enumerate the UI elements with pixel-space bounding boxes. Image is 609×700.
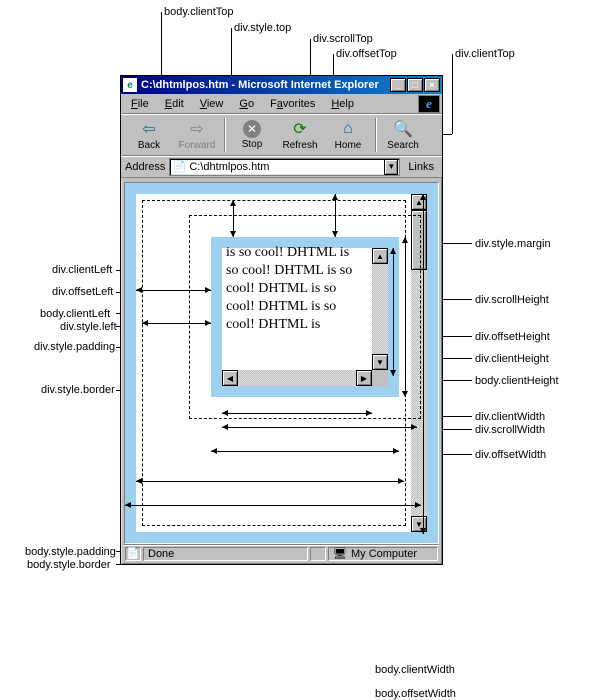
inner-hscroll[interactable]: ◀ ▶	[222, 370, 372, 386]
scroll-up-button[interactable]: ▲	[372, 248, 388, 264]
dim-div-clientwidth	[222, 413, 372, 414]
stop-button[interactable]: ✕ Stop	[228, 116, 276, 154]
dim-div-offsetwidth	[211, 451, 399, 452]
forward-label: Forward	[179, 140, 216, 151]
refresh-button[interactable]: ⟳ Refresh	[276, 116, 324, 154]
status-doc-icon: 📄	[125, 547, 141, 561]
label-div-style-top: div.style.top	[234, 22, 291, 34]
label-body-clienttop: body.clientTop	[164, 6, 234, 18]
search-button[interactable]: 🔍 Search	[379, 116, 427, 154]
status-zone-text: My Computer	[351, 548, 417, 560]
back-label: Back	[138, 140, 160, 151]
home-label: Home	[335, 140, 362, 151]
titlebar: e C:\dhtmlpos.htm - Microsoft Internet E…	[121, 76, 442, 94]
statusbar: 📄 Done 🖥 My Computer	[124, 544, 439, 562]
status-spacer	[310, 547, 326, 561]
stop-label: Stop	[242, 139, 263, 150]
label-div-style-margin: div.style.margin	[475, 238, 551, 250]
scroll-left-button[interactable]: ◀	[222, 370, 238, 386]
minimize-button[interactable]: _	[390, 78, 406, 92]
label-div-offsetwidth: div.offsetWidth	[475, 449, 546, 461]
label-div-scrollwidth: div.scrollWidth	[475, 424, 545, 436]
menu-favorites[interactable]: Favorites	[262, 96, 323, 112]
refresh-label: Refresh	[282, 140, 317, 151]
menu-go[interactable]: Go	[231, 96, 262, 112]
menubar: File Edit View Go Favorites Help e	[121, 94, 442, 114]
label-div-clientwidth: div.clientWidth	[475, 411, 545, 423]
label-div-style-left: div.style.left	[60, 321, 117, 333]
address-input[interactable]: 📄 C:\dhtmlpos.htm ▼	[169, 158, 400, 176]
document-icon: 📄	[172, 160, 186, 174]
dim-div-scrollwidth	[222, 427, 417, 428]
menu-file[interactable]: File	[123, 96, 157, 112]
home-button[interactable]: ⌂ Home	[324, 116, 372, 154]
stop-icon: ✕	[243, 120, 261, 138]
label-div-offsetleft: div.offsetLeft	[52, 286, 113, 298]
dim-div-style-left	[142, 323, 211, 324]
label-div-scrollheight: div.scrollHeight	[475, 294, 549, 306]
label-div-scrolltop: div.scrollTop	[313, 33, 373, 45]
label-div-clientheight: div.clientHeight	[475, 353, 549, 365]
scroll-down-button[interactable]: ▼	[372, 354, 388, 370]
app-icon: e	[123, 78, 137, 92]
window-title: C:\dhtmlpos.htm - Microsoft Internet Exp…	[141, 79, 389, 91]
menu-help[interactable]: Help	[323, 96, 362, 112]
addressbar: Address 📄 C:\dhtmlpos.htm ▼ Links	[121, 156, 442, 178]
back-arrow-icon: ⇦	[139, 119, 159, 139]
label-div-clienttop: div.clientTop	[455, 48, 515, 60]
label-div-style-padding: div.style.padding	[34, 341, 115, 353]
label-body-clientleft: body.clientLeft	[40, 308, 110, 320]
dim-div-offsetleft	[136, 290, 211, 291]
label-div-clientleft: div.clientLeft	[52, 264, 112, 276]
inner-scroll-area: is so cool! DHTML is so cool! DHTML is s…	[222, 248, 388, 386]
toolbar-separator	[375, 118, 376, 152]
forward-arrow-icon: ⇨	[187, 119, 207, 139]
content-body: is so cool! DHTML is so cool! DHTML is s…	[124, 182, 439, 544]
label-body-offsetwidth: body.offsetWidth	[375, 688, 456, 700]
status-text: Done	[143, 547, 308, 561]
maximize-button[interactable]: □	[407, 78, 423, 92]
scroll-corner	[372, 370, 388, 386]
dim-body-clientheight	[423, 194, 424, 534]
back-button[interactable]: ⇦ Back	[125, 116, 173, 154]
address-dropdown-button[interactable]: ▼	[384, 159, 398, 175]
dim-body-clientwidth	[136, 481, 404, 482]
status-zone: 🖥 My Computer	[328, 547, 438, 561]
forward-button[interactable]: ⇨ Forward	[173, 116, 221, 154]
menu-view[interactable]: View	[192, 96, 232, 112]
search-icon: 🔍	[393, 119, 413, 139]
label-div-offsetheight: div.offsetHeight	[475, 331, 550, 343]
inner-div: is so cool! DHTML is so cool! DHTML is s…	[211, 237, 399, 397]
inner-text: is so cool! DHTML is so cool! DHTML is s…	[226, 244, 360, 364]
browser-window: e C:\dhtmlpos.htm - Microsoft Internet E…	[120, 75, 443, 565]
dim-div-offsetheight	[405, 237, 406, 397]
links-button[interactable]: Links	[404, 161, 438, 173]
home-icon: ⌂	[338, 119, 358, 139]
search-label: Search	[387, 140, 419, 151]
inner-vscroll[interactable]: ▲ ▼	[372, 248, 388, 370]
body-scroll-thumb[interactable]	[411, 210, 427, 270]
label-div-style-border: div.style.border	[41, 384, 115, 396]
label-body-style-padding: body.style.padding	[25, 546, 116, 558]
address-value: C:\dhtmlpos.htm	[189, 161, 269, 173]
label-body-clientwidth: body.clientWidth	[375, 664, 455, 676]
label-body-clientheight: body.clientHeight	[475, 375, 559, 387]
menu-edit[interactable]: Edit	[157, 96, 192, 112]
toolbar-separator	[224, 118, 225, 152]
label-div-offsettop: div.offsetTop	[336, 48, 397, 60]
dim-body-offsetwidth	[125, 505, 421, 506]
refresh-icon: ⟳	[290, 119, 310, 139]
scroll-right-button[interactable]: ▶	[356, 370, 372, 386]
label-body-style-border: body.style.border	[27, 559, 111, 571]
body-vscroll[interactable]: ▲ ▼	[411, 194, 427, 532]
ie-logo-icon: e	[418, 95, 440, 113]
computer-icon: 🖥	[333, 547, 347, 560]
dim-div-clientheight	[393, 248, 394, 376]
address-label: Address	[125, 161, 165, 173]
close-button[interactable]: ×	[424, 78, 440, 92]
toolbar: ⇦ Back ⇨ Forward ✕ Stop ⟳ Refresh ⌂ Home…	[121, 114, 442, 156]
